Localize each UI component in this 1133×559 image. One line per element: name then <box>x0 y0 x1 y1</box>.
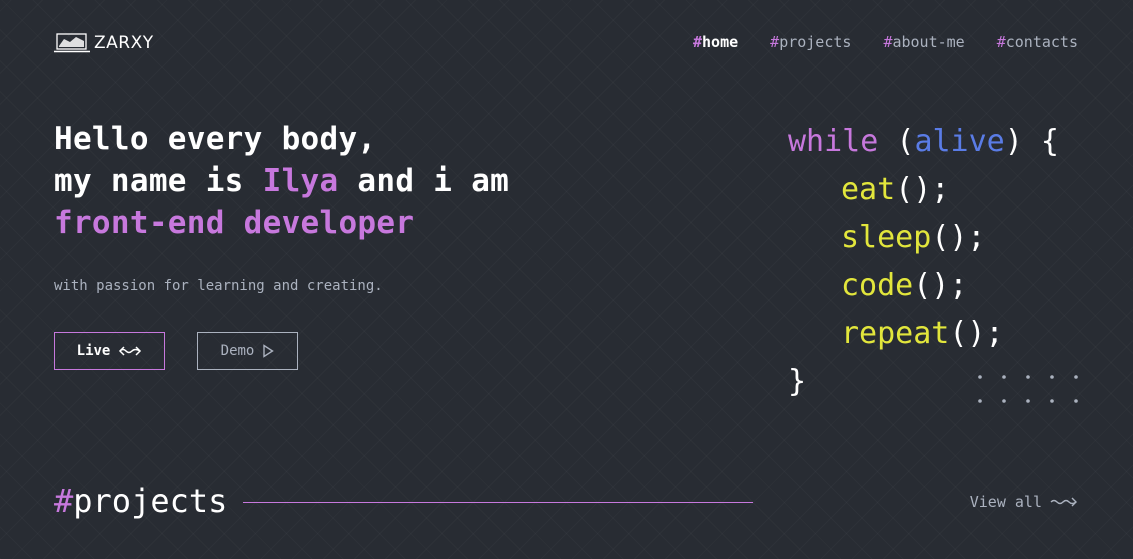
section-divider <box>243 502 753 503</box>
section-title-text: projects <box>73 482 228 520</box>
hero-role: front-end developer <box>54 205 415 241</box>
hero-line-1: Hello every body, <box>54 121 377 157</box>
code-snippet: while (alive) { eat(); sleep(); code(); … <box>788 118 1059 406</box>
hero-line-2-prefix: my name is <box>54 163 263 199</box>
hero-name: Ilya <box>262 163 339 199</box>
code-open-brace: ) { <box>1004 124 1059 159</box>
code-call-rest: (); <box>913 268 968 303</box>
logo-text: ZARXY <box>94 33 154 53</box>
double-arrow-icon <box>119 346 142 356</box>
play-triangle-icon <box>263 344 275 358</box>
nav-label: contacts <box>1005 33 1078 51</box>
nav-item-home[interactable]: #home <box>693 33 738 51</box>
code-line-call: sleep(); <box>788 214 1059 262</box>
code-open-paren: ( <box>878 124 915 159</box>
nav-hash: # <box>996 33 1006 51</box>
code-function: code <box>841 268 914 303</box>
code-line-call: repeat(); <box>788 310 1059 358</box>
code-call-rest: (); <box>949 316 1004 351</box>
code-function: repeat <box>841 316 950 351</box>
nav-label: projects <box>779 33 852 51</box>
nav-label: about-me <box>892 33 965 51</box>
demo-button[interactable]: Demo <box>197 332 298 370</box>
code-call-rest: (); <box>931 220 986 255</box>
code-function: eat <box>841 172 896 207</box>
logo[interactable]: ZARXY <box>54 33 154 53</box>
hero-title: Hello every body, my name is Ilya and i … <box>54 118 509 244</box>
hero-subtitle: with passion for learning and creating. <box>54 278 383 294</box>
hero-line-2: my name is Ilya and i am <box>54 160 509 202</box>
code-line-call: code(); <box>788 262 1059 310</box>
laptop-logo-icon <box>54 33 90 53</box>
dots-grid-icon <box>978 375 1078 403</box>
code-line-call: eat(); <box>788 166 1059 214</box>
live-button[interactable]: Live <box>54 332 165 370</box>
code-variable: alive <box>914 124 1005 159</box>
code-keyword: while <box>788 124 879 159</box>
nav-item-contacts[interactable]: #contacts <box>997 33 1078 51</box>
nav-item-about-me[interactable]: #about-me <box>883 33 964 51</box>
live-button-label: Live <box>76 343 111 359</box>
nav-hash: # <box>770 33 780 51</box>
squiggle-arrow-icon <box>1050 497 1077 507</box>
view-all-link[interactable]: View all <box>970 493 1078 511</box>
nav-label: home <box>702 33 739 51</box>
code-line-while: while (alive) { <box>788 118 1059 166</box>
code-function: sleep <box>841 220 932 255</box>
demo-button-label: Demo <box>220 343 255 359</box>
code-call-rest: (); <box>895 172 950 207</box>
projects-section-title: #projects <box>54 482 227 520</box>
hero-line-2-suffix: and i am <box>338 163 510 199</box>
view-all-label: View all <box>969 493 1042 511</box>
nav-item-projects[interactable]: #projects <box>770 33 851 51</box>
nav-hash: # <box>693 33 703 51</box>
section-hash: # <box>54 482 74 520</box>
site-header: ZARXY #home #projects #about-me #contact… <box>54 28 1078 58</box>
main-nav: #home #projects #about-me #contacts <box>693 33 1078 51</box>
